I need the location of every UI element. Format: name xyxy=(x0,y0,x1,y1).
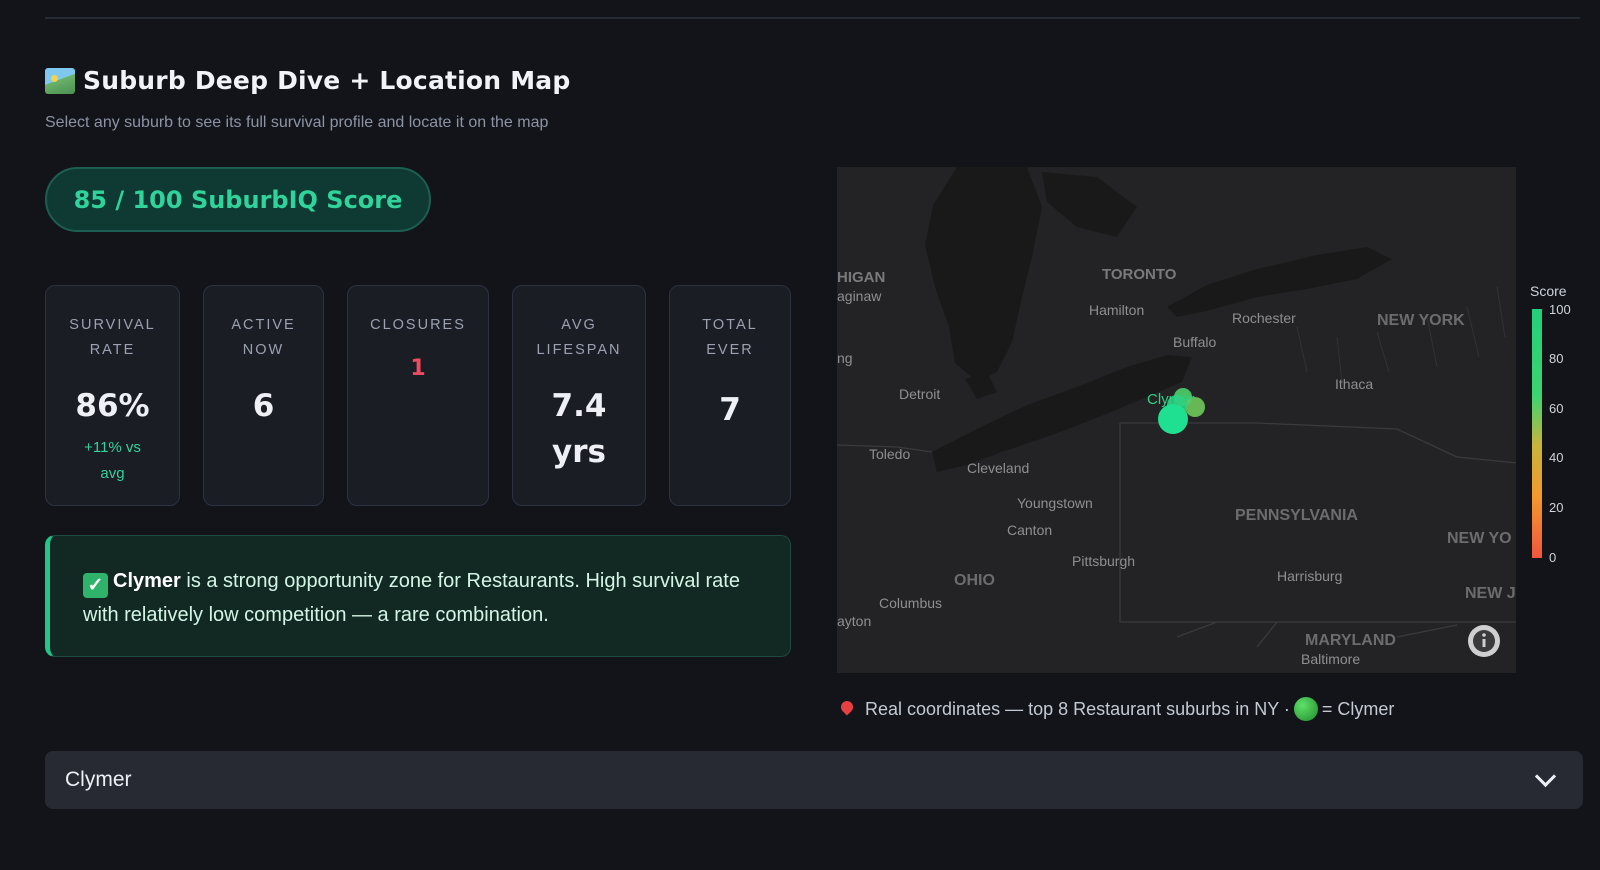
colorbar-tick: 100 xyxy=(1549,302,1571,317)
map-label-ithaca: Ithaca xyxy=(1335,376,1373,392)
score-colorbar xyxy=(1532,309,1542,558)
section-title-text: Suburb Deep Dive + Location Map xyxy=(83,66,571,95)
callout-text-2: with relatively low competition — a rare… xyxy=(83,604,549,626)
caption-text: Real coordinates — top 8 Restaurant subu… xyxy=(865,698,1290,719)
pin-icon xyxy=(838,698,856,716)
map-label-harrisburg: Harrisburg xyxy=(1277,568,1342,584)
map-label-ohio: OHIO xyxy=(954,572,995,589)
metric-label: TOTAL EVER xyxy=(702,317,758,358)
map-label-new-j: NEW J xyxy=(1465,585,1516,602)
section-subtitle: Select any suburb to see its full surviv… xyxy=(45,114,549,131)
metric-card-survival-rate: SURVIVAL RATE 86% +11% vs avg xyxy=(45,285,180,506)
map-label-hamilton: Hamilton xyxy=(1089,302,1144,318)
map-label-new-yo: NEW YO xyxy=(1447,530,1512,547)
caption-suffix: = Clymer xyxy=(1321,698,1395,719)
map-label-rochester: Rochester xyxy=(1232,310,1296,326)
world-map-icon xyxy=(45,67,75,94)
check-mark-icon: ✓ xyxy=(83,573,108,598)
callout-suburb: Clymer xyxy=(113,570,181,592)
score-text: 85 / 100 SuburbIQ Score xyxy=(73,185,403,214)
metric-label: CLOSURES xyxy=(370,317,466,333)
metric-label: ACTIVE NOW xyxy=(231,317,296,358)
colorbar-tick: 40 xyxy=(1549,450,1564,465)
metric-card-closures: CLOSURES 1 xyxy=(347,285,489,506)
metric-card-avg-lifespan: AVG LIFESPAN 7.4 yrs xyxy=(512,285,646,506)
metric-value: 86% xyxy=(75,388,150,424)
map-caption: Real coordinates — top 8 Restaurant subu… xyxy=(838,697,1394,721)
metric-value: 1 xyxy=(410,356,426,381)
colorbar-title: Score xyxy=(1530,283,1567,299)
opportunity-callout: ✓ Clymer is a strong opportunity zone for… xyxy=(45,535,791,657)
lake-huron xyxy=(925,167,1042,382)
colorbar-tick: 0 xyxy=(1549,550,1557,565)
map-label-youngstown: Youngstown xyxy=(1017,495,1093,511)
map-label-pennsylvania: PENNSYLVANIA xyxy=(1235,507,1358,524)
metric-card-active-now: ACTIVE NOW 6 xyxy=(203,285,324,506)
map-label-dayton: ayton xyxy=(837,613,871,629)
map-label-toledo: Toledo xyxy=(869,446,910,462)
metric-label: AVG LIFESPAN xyxy=(536,317,622,358)
map-label-maryland: MARYLAND xyxy=(1305,632,1396,649)
map-label-canton: Canton xyxy=(1007,522,1052,538)
map-label-lansing: ng xyxy=(837,350,853,366)
map-label-toronto: TORONTO xyxy=(1102,266,1177,283)
map-label-columbus: Columbus xyxy=(879,595,942,611)
map-label-cleveland: Cleveland xyxy=(967,460,1029,476)
map-label-saginaw: aginaw xyxy=(837,288,882,304)
map-label-baltimore: Baltimore xyxy=(1301,651,1360,667)
suburb-select[interactable]: Clymer xyxy=(45,751,1583,809)
metric-value: 7.4 yrs xyxy=(551,388,607,470)
map-label-detroit: Detroit xyxy=(899,386,940,402)
metric-value: 7 xyxy=(719,392,741,428)
colorbar-tick: 80 xyxy=(1549,351,1564,366)
metric-value: 6 xyxy=(252,388,275,424)
callout-text-1: is a strong opportunity zone for Restaur… xyxy=(180,570,740,592)
suburbiq-score-badge: 85 / 100 SuburbIQ Score xyxy=(45,167,431,232)
georgian-bay xyxy=(1042,172,1137,237)
green-circle-icon xyxy=(1293,697,1318,721)
map-label-new-york: NEW YORK xyxy=(1377,312,1465,329)
top-divider xyxy=(45,17,1580,19)
suburb-marker-selected xyxy=(1158,404,1188,434)
lake-ontario xyxy=(1167,247,1392,317)
suburb-select-value: Clymer xyxy=(65,768,132,791)
section-title: Suburb Deep Dive + Location Map xyxy=(45,66,570,95)
map-label-buffalo: Buffalo xyxy=(1173,334,1217,350)
metric-delta: +11% vs avg xyxy=(84,439,141,482)
info-icon xyxy=(1468,625,1500,657)
metric-label: SURVIVAL RATE xyxy=(69,317,156,358)
suburb-markers: Clymer xyxy=(1147,388,1205,434)
chevron-down-icon[interactable] xyxy=(1534,765,1557,787)
map-label-pittsburgh: Pittsburgh xyxy=(1072,553,1135,569)
colorbar-tick: 20 xyxy=(1549,500,1564,515)
map-marker-label: Clymer xyxy=(1147,391,1195,408)
colorbar-tick: 60 xyxy=(1549,401,1564,416)
map-label-michigan: HIGAN xyxy=(837,269,885,286)
metric-card-total-ever: TOTAL EVER 7 xyxy=(669,285,791,506)
lake-st-clair xyxy=(965,372,997,399)
location-map[interactable]: HIGAN aginaw ng TORONTO Hamilton Rochest… xyxy=(837,167,1516,673)
